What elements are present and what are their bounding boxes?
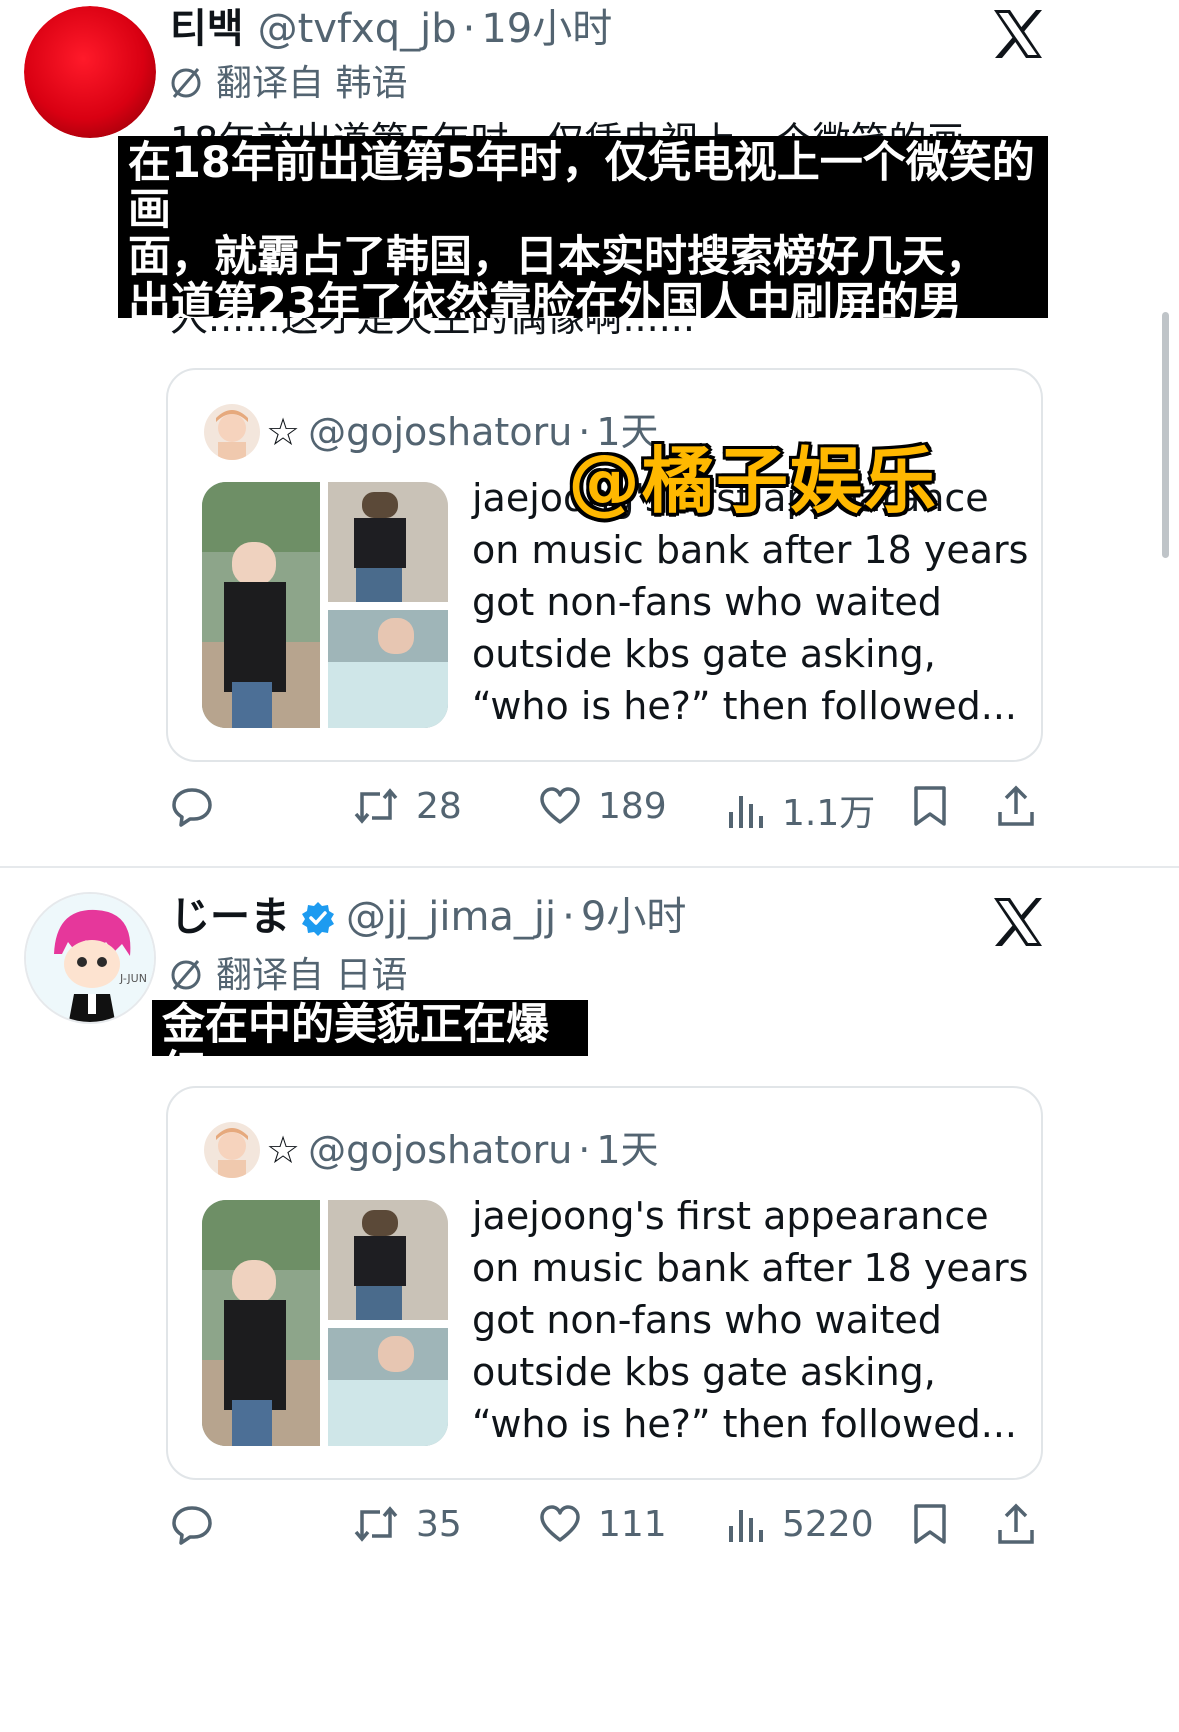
like-button[interactable]: 111 (538, 1502, 667, 1546)
share-button[interactable] (996, 1502, 1052, 1546)
caption-line: 金在中的美貌正在爆红 (162, 1000, 549, 1097)
views-button[interactable]: 5220 (726, 1502, 874, 1546)
dot-separator: · (562, 894, 575, 940)
heart-icon (540, 787, 580, 824)
retweet-count: 28 (416, 785, 462, 827)
quoted-avatar[interactable] (204, 1122, 260, 1178)
watermark: @橘子娱乐 (568, 439, 939, 523)
x-logo-icon (990, 6, 1046, 62)
reply-button[interactable] (170, 1502, 230, 1546)
like-count: 189 (598, 785, 667, 827)
scrollbar-thumb[interactable] (1162, 312, 1169, 558)
star-icon: ☆ (266, 410, 301, 454)
retweet-count: 35 (416, 1503, 462, 1545)
quoted-handle[interactable]: @gojoshatoru (308, 1128, 572, 1172)
quoted-media[interactable] (202, 1200, 448, 1446)
author-name[interactable]: じーま (170, 894, 290, 940)
share-icon (998, 1503, 1034, 1544)
quoted-media[interactable] (202, 482, 448, 728)
retweet-icon (354, 1506, 398, 1542)
dot-separator: · (578, 1128, 591, 1172)
translated-label: 翻译自 韩语 (216, 63, 408, 104)
views-count: 1.1万 (782, 793, 876, 834)
x-logo-icon (990, 894, 1046, 950)
reply-icon (172, 788, 212, 827)
share-button[interactable] (996, 784, 1052, 828)
caption-line: 面，就霸占了韩国，日本实时搜索榜好几天， (128, 232, 988, 282)
author-handle[interactable]: @jj_jima_jj (346, 894, 556, 940)
bookmark-button[interactable] (910, 784, 966, 828)
verified-badge-icon (300, 898, 336, 948)
reply-icon (172, 1506, 212, 1545)
retweet-button[interactable]: 35 (352, 1502, 462, 1546)
avatar[interactable] (24, 6, 156, 138)
translated-label: 翻译自 日语 (216, 955, 408, 996)
like-button[interactable]: 189 (538, 784, 667, 828)
tweet-header: じーま @jj_jima_jj · 9小时 (170, 892, 686, 948)
quoted-text: jaejoong's first appearance on music ban… (472, 1194, 1029, 1446)
translate-icon (171, 960, 201, 990)
quoted-time: 1天 (596, 1128, 659, 1172)
star-icon: ☆ (266, 1128, 301, 1172)
translated-caption: 在18年前出道第5年时，仅凭电视上一个微笑的画 面，就霸占了韩国，日本实时搜索榜… (118, 136, 1048, 375)
dot-separator: · (462, 6, 476, 52)
translate-icon (171, 68, 201, 98)
quoted-avatar[interactable] (204, 404, 260, 460)
translated-from[interactable]: 翻译自 日语 (168, 954, 407, 998)
tweet-2[interactable]: J-JUN じーま @jj_jima_jj · 9小时 翻译自 日语 金在中的美貌正在… (0, 868, 1179, 1732)
retweet-icon (354, 788, 398, 824)
timestamp[interactable]: 19小时 (481, 6, 612, 52)
timestamp[interactable]: 9小时 (581, 894, 686, 940)
author-handle[interactable]: @tvfxq_jb (258, 6, 457, 52)
tweet-header: 티백 @tvfxq_jb · 19小时 (170, 4, 612, 54)
views-count: 5220 (782, 1503, 874, 1545)
views-icon (729, 1510, 763, 1542)
retweet-button[interactable]: 28 (352, 784, 462, 828)
translated-from[interactable]: 翻译自 韩语 (168, 62, 407, 106)
like-count: 111 (598, 1503, 667, 1545)
share-icon (998, 785, 1034, 826)
author-name[interactable]: 티백 (170, 6, 244, 52)
quoted-handle[interactable]: @gojoshatoru (308, 410, 572, 454)
reply-button[interactable] (170, 784, 230, 828)
tweet-text-bottom-peek: 人......这才是天生的偶像啊...... (170, 318, 695, 340)
views-button[interactable]: 1.1万 (726, 784, 875, 836)
quoted-tweet-card[interactable]: ☆ @gojoshatoru · 1天 jaejoong's first app… (166, 1086, 1043, 1480)
tweet-1[interactable]: 티백 @tvfxq_jb·19小时 翻译自 韩语 18年前出道第5年时，仅凭电视上… (0, 0, 1179, 868)
caption-line: 在18年前出道第5年时，仅凭电视上一个微笑的画 (128, 138, 1035, 235)
bookmark-button[interactable] (910, 1502, 966, 1546)
avatar[interactable]: J-JUN (24, 892, 156, 1024)
tweet-text-top-peek: 18年前出道第5年时，仅凭电视上一个微笑的画 (170, 118, 965, 138)
views-icon (729, 796, 763, 828)
heart-icon (540, 1505, 580, 1542)
bookmark-icon (914, 1504, 946, 1544)
translated-caption: 金在中的美貌正在爆红 (152, 1000, 588, 1096)
bookmark-icon (914, 786, 946, 826)
quoted-header: ☆ @gojoshatoru · 1天 (266, 1126, 659, 1174)
svg-text:J-JUN: J-JUN (119, 972, 147, 985)
